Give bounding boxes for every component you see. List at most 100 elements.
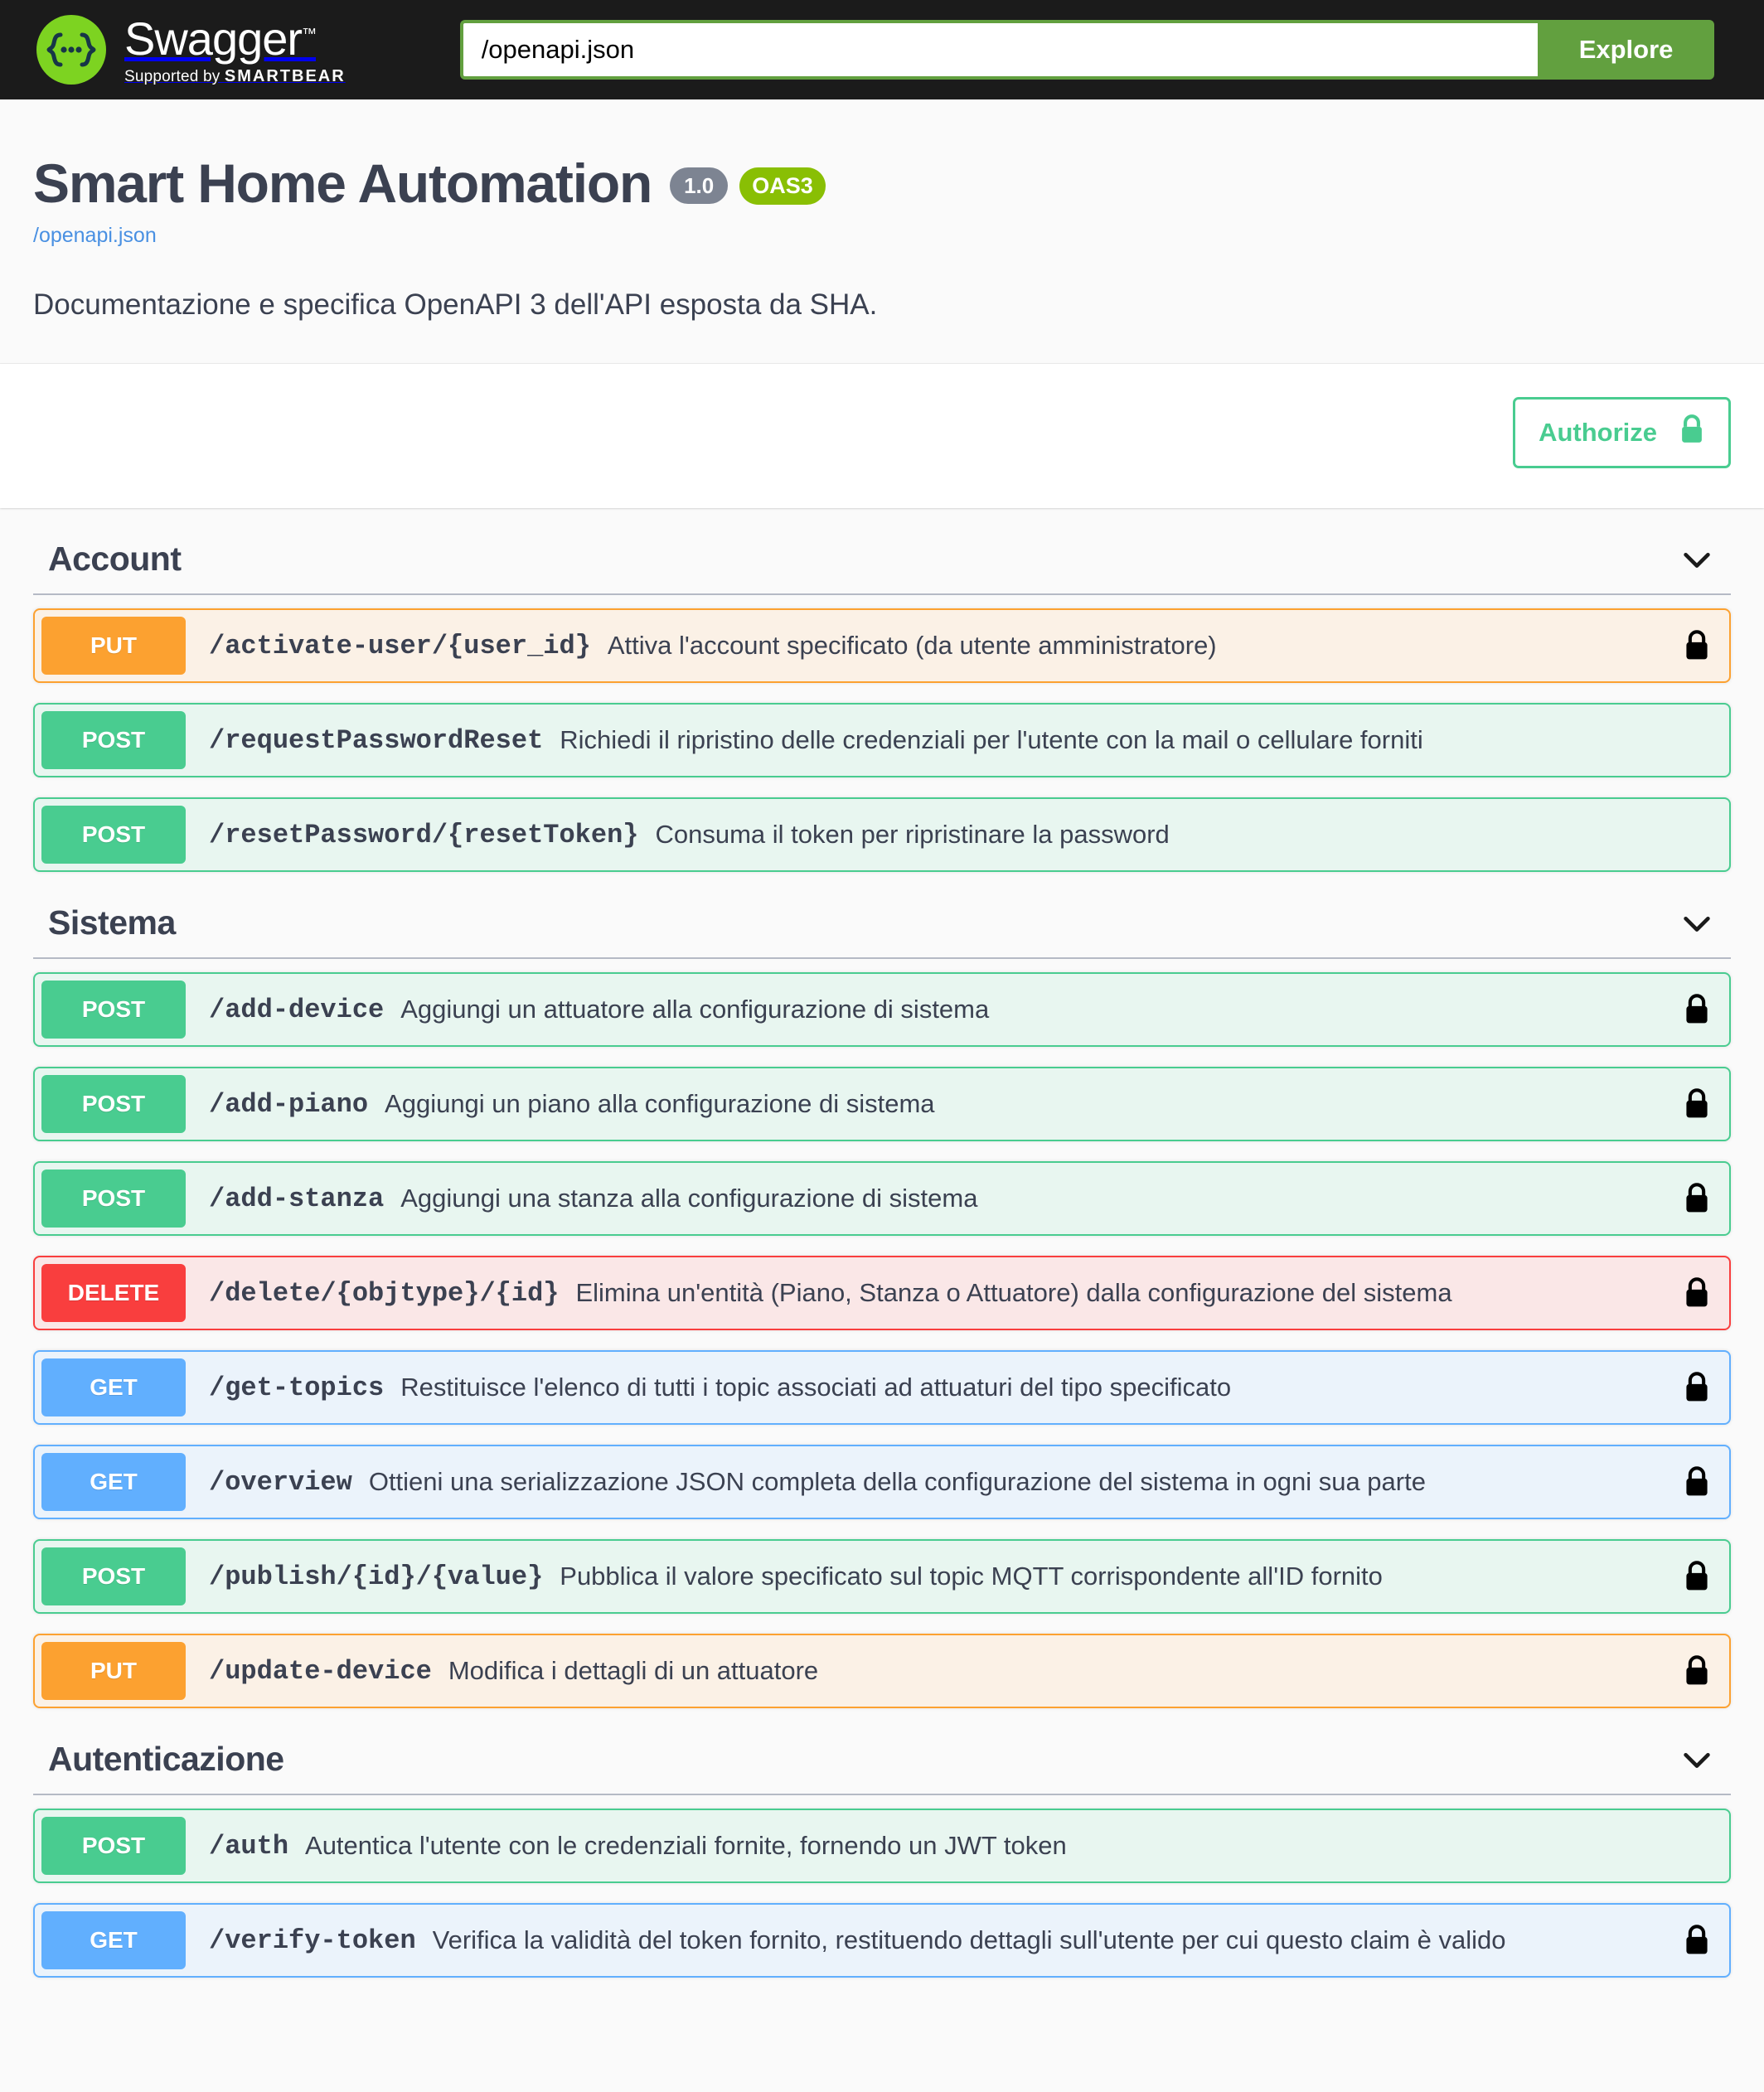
lock-icon[interactable] bbox=[1683, 1923, 1711, 1958]
operation-method-badge: DELETE bbox=[41, 1264, 186, 1322]
lock-icon[interactable] bbox=[1683, 1559, 1711, 1594]
operation-method-badge: POST bbox=[41, 1169, 186, 1228]
operation-row[interactable]: GET /verify-token Verifica la validità d… bbox=[33, 1903, 1731, 1978]
operation-path: /add-device bbox=[209, 994, 385, 1025]
operation-description: Autentica l'utente con le credenziali fo… bbox=[305, 1831, 1067, 1860]
operation-method-badge: GET bbox=[41, 1358, 186, 1416]
operations-wrap: Account PUT /activate-user/{user_id} Att… bbox=[0, 530, 1764, 2031]
lock-icon[interactable] bbox=[1683, 628, 1711, 663]
operation-method-badge: POST bbox=[41, 1547, 186, 1605]
operation-row[interactable]: PUT /activate-user/{user_id} Attiva l'ac… bbox=[33, 608, 1731, 683]
operation-path: /overview bbox=[209, 1466, 352, 1498]
explore-button[interactable]: Explore bbox=[1537, 20, 1715, 80]
logo-supported-by-text: Supported by bbox=[124, 67, 225, 85]
tag-header-account[interactable]: Account bbox=[33, 530, 1731, 595]
lock-icon[interactable] bbox=[1683, 1654, 1711, 1688]
operation-row[interactable]: POST /add-device Aggiungi un attuatore a… bbox=[33, 972, 1731, 1047]
page-title: Smart Home Automation bbox=[33, 153, 652, 214]
operation-description: Richiedi il ripristino delle credenziali… bbox=[560, 725, 1423, 754]
operation-description: Modifica i dettagli di un attuatore bbox=[448, 1656, 819, 1685]
operation-description: Restituisce l'elenco di tutti i topic as… bbox=[400, 1373, 1232, 1402]
trademark-symbol: ™ bbox=[302, 24, 317, 41]
tag-operations: POST /auth Autentica l'utente con le cre… bbox=[33, 1809, 1731, 1978]
authorize-band: Authorize bbox=[0, 364, 1764, 508]
logo-wordmark: Swagger bbox=[124, 12, 303, 65]
spec-url-input[interactable] bbox=[459, 20, 1538, 80]
operation-description: Elimina un'entità (Piano, Stanza o Attua… bbox=[575, 1278, 1452, 1307]
swagger-logo-link[interactable]: Swagger™ Supported by SMARTBEAR bbox=[36, 15, 346, 85]
tag-operations: PUT /activate-user/{user_id} Attiva l'ac… bbox=[33, 608, 1731, 872]
tag-operations: POST /add-device Aggiungi un attuatore a… bbox=[33, 972, 1731, 1708]
operation-description: Verifica la validità del token fornito, … bbox=[432, 1925, 1506, 1954]
operation-method-badge: POST bbox=[41, 1817, 186, 1875]
operation-description: Pubblica il valore specificato sul topic… bbox=[560, 1562, 1383, 1591]
operation-description: Aggiungi una stanza alla configurazione … bbox=[400, 1184, 978, 1213]
operation-row[interactable]: GET /overview Ottieni una serializzazion… bbox=[33, 1445, 1731, 1519]
operation-description: Aggiungi un piano alla configurazione di… bbox=[385, 1089, 935, 1118]
operation-path: /publish/{id}/{value} bbox=[209, 1561, 544, 1592]
spec-url-link[interactable]: /openapi.json bbox=[33, 224, 1731, 248]
tag-block: Autenticazione POST /auth Autentica l'ut… bbox=[33, 1730, 1731, 1978]
api-title-row: Smart Home Automation 1.0 OAS3 bbox=[33, 156, 1731, 211]
operation-path: /resetPassword/{resetToken} bbox=[209, 819, 639, 850]
lock-icon[interactable] bbox=[1683, 992, 1711, 1027]
operation-row[interactable]: POST /requestPasswordReset Richiedi il r… bbox=[33, 703, 1731, 777]
operation-row[interactable]: POST /add-stanza Aggiungi una stanza all… bbox=[33, 1161, 1731, 1236]
tag-block: Sistema POST /add-device Aggiungi un att… bbox=[33, 893, 1731, 1708]
api-description: Documentazione e specifica OpenAPI 3 del… bbox=[33, 288, 878, 321]
operation-row[interactable]: GET /get-topics Restituisce l'elenco di … bbox=[33, 1350, 1731, 1425]
chevron-down-icon[interactable] bbox=[1678, 540, 1716, 579]
operation-description: Aggiungi un attuatore alla configurazion… bbox=[400, 995, 990, 1024]
tag-name: Sistema bbox=[48, 903, 176, 942]
operation-method-badge: PUT bbox=[41, 1642, 186, 1700]
operation-path: /verify-token bbox=[209, 1925, 416, 1956]
lock-icon[interactable] bbox=[1683, 1181, 1711, 1216]
authorize-button-label: Authorize bbox=[1539, 418, 1657, 447]
operation-row[interactable]: POST /auth Autentica l'utente con le cre… bbox=[33, 1809, 1731, 1883]
bottom-spacer bbox=[33, 1998, 1731, 2031]
operation-description: Consuma il token per ripristinare la pas… bbox=[655, 820, 1170, 849]
operation-path: /activate-user/{user_id} bbox=[209, 630, 591, 661]
operation-row[interactable]: PUT /update-device Modifica i dettagli d… bbox=[33, 1634, 1731, 1708]
operation-path: /get-topics bbox=[209, 1372, 385, 1403]
api-info-block: Smart Home Automation 1.0 OAS3 /openapi.… bbox=[0, 99, 1764, 364]
operation-description: Ottieni una serializzazione JSON complet… bbox=[368, 1467, 1426, 1496]
operation-path: /add-stanza bbox=[209, 1183, 385, 1214]
operation-method-badge: GET bbox=[41, 1911, 186, 1969]
smartbear-brand: SMARTBEAR bbox=[224, 66, 346, 85]
operation-method-badge: POST bbox=[41, 806, 186, 864]
operation-row[interactable]: POST /publish/{id}/{value} Pubblica il v… bbox=[33, 1539, 1731, 1614]
operation-method-badge: POST bbox=[41, 981, 186, 1039]
operation-method-badge: GET bbox=[41, 1453, 186, 1511]
tag-name: Autenticazione bbox=[48, 1740, 284, 1778]
tag-name: Account bbox=[48, 540, 182, 578]
operation-path: /update-device bbox=[209, 1655, 432, 1687]
operation-path: /requestPasswordReset bbox=[209, 724, 544, 756]
tag-block: Account PUT /activate-user/{user_id} Att… bbox=[33, 530, 1731, 872]
operation-path: /add-piano bbox=[209, 1088, 369, 1120]
lock-icon[interactable] bbox=[1683, 1276, 1711, 1310]
tag-header-autenticazione[interactable]: Autenticazione bbox=[33, 1730, 1731, 1795]
swagger-braces-icon bbox=[36, 15, 106, 85]
operation-path: /delete/{objtype}/{id} bbox=[209, 1277, 560, 1309]
lock-icon[interactable] bbox=[1683, 1087, 1711, 1121]
operation-method-badge: POST bbox=[41, 711, 186, 769]
operation-description: Attiva l'account specificato (da utente … bbox=[607, 631, 1217, 660]
authorize-button[interactable]: Authorize bbox=[1513, 397, 1731, 468]
tag-header-sistema[interactable]: Sistema bbox=[33, 893, 1731, 959]
lock-icon bbox=[1679, 414, 1705, 452]
operation-path: /auth bbox=[209, 1830, 289, 1862]
lock-icon[interactable] bbox=[1683, 1370, 1711, 1405]
operation-method-badge: POST bbox=[41, 1075, 186, 1133]
chevron-down-icon[interactable] bbox=[1678, 904, 1716, 942]
oas-badge: OAS3 bbox=[739, 167, 826, 205]
version-badge: 1.0 bbox=[670, 167, 729, 204]
chevron-down-icon[interactable] bbox=[1678, 1741, 1716, 1779]
spec-url-form: Explore bbox=[459, 20, 1715, 80]
lock-icon[interactable] bbox=[1683, 1465, 1711, 1499]
operation-row[interactable]: DELETE /delete/{objtype}/{id} Elimina un… bbox=[33, 1256, 1731, 1330]
operation-row[interactable]: POST /resetPassword/{resetToken} Consuma… bbox=[33, 797, 1731, 872]
operation-row[interactable]: POST /add-piano Aggiungi un piano alla c… bbox=[33, 1067, 1731, 1141]
top-bar: Swagger™ Supported by SMARTBEAR Explore bbox=[0, 0, 1764, 99]
operation-method-badge: PUT bbox=[41, 617, 186, 675]
